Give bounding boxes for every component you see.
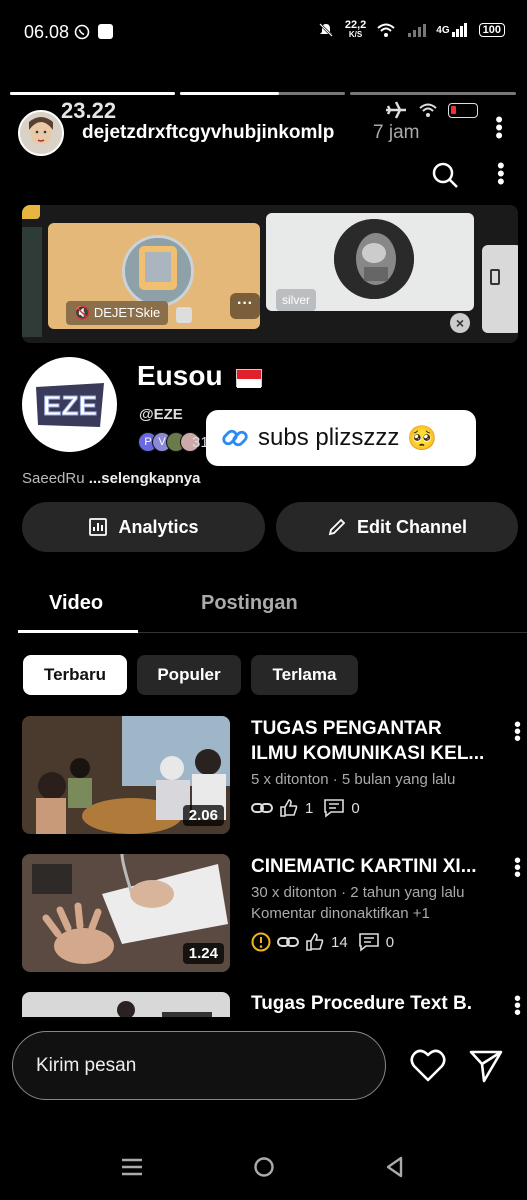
like-icon (280, 799, 298, 817)
video-thumbnail-3[interactable] (22, 992, 230, 1017)
heart-icon[interactable] (410, 1049, 446, 1088)
warning-icon (251, 932, 271, 952)
banner-corner (22, 205, 40, 219)
send-icon[interactable] (468, 1048, 504, 1089)
notification-icon (98, 24, 113, 39)
like-icon (306, 933, 324, 951)
link-icon (222, 429, 248, 447)
channel-description[interactable]: SaeedRu ...selengkapnya (22, 470, 200, 487)
like-count: 14 (331, 933, 348, 951)
video-title-3[interactable]: Tugas Procedure Text B. (251, 991, 506, 1016)
analytics-icon (89, 518, 108, 536)
channel-avatar[interactable]: EZE (22, 357, 117, 452)
mute-bell-icon (318, 23, 333, 37)
comment-count: 0 (351, 799, 360, 817)
banner-avatar (122, 235, 194, 307)
story-progress-1 (10, 92, 175, 95)
video-more-icon[interactable]: • • • (514, 851, 521, 885)
battery-icon: 100 (478, 23, 505, 37)
pencil-icon (328, 518, 346, 536)
video-duration: 2.06 (182, 805, 224, 826)
chip-terbaru[interactable]: Terbaru (23, 655, 127, 695)
subscriber-avatars: P V (138, 432, 200, 452)
message-placeholder: Kirim pesan (36, 1055, 137, 1076)
wifi-icon (377, 23, 395, 37)
signal-icon (451, 23, 467, 37)
signal-weak-icon (408, 24, 427, 37)
video-stats-1: 1 0 (251, 798, 360, 818)
channel-handle: @EZE (139, 406, 183, 423)
story-progress-3 (350, 92, 516, 95)
video-more-icon[interactable]: • • • (514, 715, 521, 749)
status-icons: 22,2 K/S 4G 100 (317, 20, 505, 40)
video-thumbnail-2[interactable]: 1.24 (22, 854, 230, 972)
video-meta-2: 30 x ditonton · 2 tahun yang lalu (251, 884, 465, 901)
singapore-flag-icon (236, 368, 263, 388)
status-time: 06.08 (24, 22, 70, 42)
story-more-icon[interactable]: • • • (495, 109, 503, 147)
banner-more-button: ··· (230, 293, 260, 319)
video-meta-1: 5 x ditonton · 5 bulan yang lalu (251, 771, 456, 788)
story-username[interactable]: dejetzdrxftcgyvhubjinkomlp (82, 122, 334, 144)
video-stats-2: 14 0 (251, 932, 394, 952)
sticker-text: subs plizszzz (258, 424, 400, 451)
banner-close-icon: × (450, 313, 470, 333)
svg-text:EZE: EZE (42, 390, 96, 421)
signal-4g: 4G (436, 22, 468, 38)
link-sticker[interactable]: subs plizszzz 🥺 (206, 410, 476, 466)
back-icon[interactable] (384, 1156, 406, 1183)
analytics-button[interactable]: Analytics (22, 502, 265, 552)
banner-card-profile: 🔇 DEJETSkie (48, 223, 260, 329)
link-icon (251, 803, 273, 813)
channel-more-icon[interactable]: • • • (497, 155, 505, 193)
recent-apps-icon[interactable] (121, 1156, 143, 1183)
banner-right-card (482, 245, 518, 333)
channel-name: Eusou (137, 360, 263, 392)
story-user-avatar[interactable] (18, 110, 64, 156)
story-header: dejetzdrxftcgyvhubjinkomlp 7 jam • • • (18, 108, 513, 158)
chip-populer[interactable]: Populer (137, 655, 241, 695)
tab-underline (18, 630, 138, 633)
video-thumbnail-1[interactable]: 2.06 (22, 716, 230, 834)
banner-mask-avatar (334, 219, 414, 299)
banner-tag: 🔇 DEJETSkie (66, 301, 169, 325)
comment-icon (324, 799, 345, 818)
comment-count: 0 (385, 933, 395, 951)
banner-silver-label: silver (276, 289, 316, 311)
story-progress-2 (180, 92, 345, 95)
edit-channel-button[interactable]: Edit Channel (276, 502, 518, 552)
tab-postingan[interactable]: Postingan (201, 592, 298, 615)
link-icon (277, 937, 299, 947)
home-icon[interactable] (253, 1156, 275, 1183)
mute-icon: 🔇 (74, 305, 91, 320)
video-title-1[interactable]: TUGAS PENGANTAR ILMU KOMUNIKASI KEL... (251, 716, 506, 766)
net-speed: 22,2 K/S (344, 19, 367, 40)
like-count: 1 (305, 799, 314, 817)
banner-small-icon (176, 307, 192, 323)
video-duration: 1.24 (182, 943, 224, 964)
video-title-2[interactable]: CINEMATIC KARTINI XI... (251, 854, 506, 879)
pleading-emoji: 🥺 (407, 424, 438, 452)
banner-left-strip (22, 227, 42, 337)
tab-video[interactable]: Video (49, 592, 103, 615)
whatsapp-icon (74, 24, 90, 45)
channel-banner: 🔇 DEJETSkie ··· silver × (22, 205, 518, 343)
video-comments-disabled: Komentar dinonaktifkan +1 (251, 905, 430, 922)
story-time: 7 jam (373, 122, 420, 143)
video-more-icon[interactable]: • • • (514, 989, 521, 1023)
comment-icon (358, 933, 379, 952)
search-icon[interactable] (430, 160, 460, 195)
chip-terlama[interactable]: Terlama (251, 655, 358, 695)
